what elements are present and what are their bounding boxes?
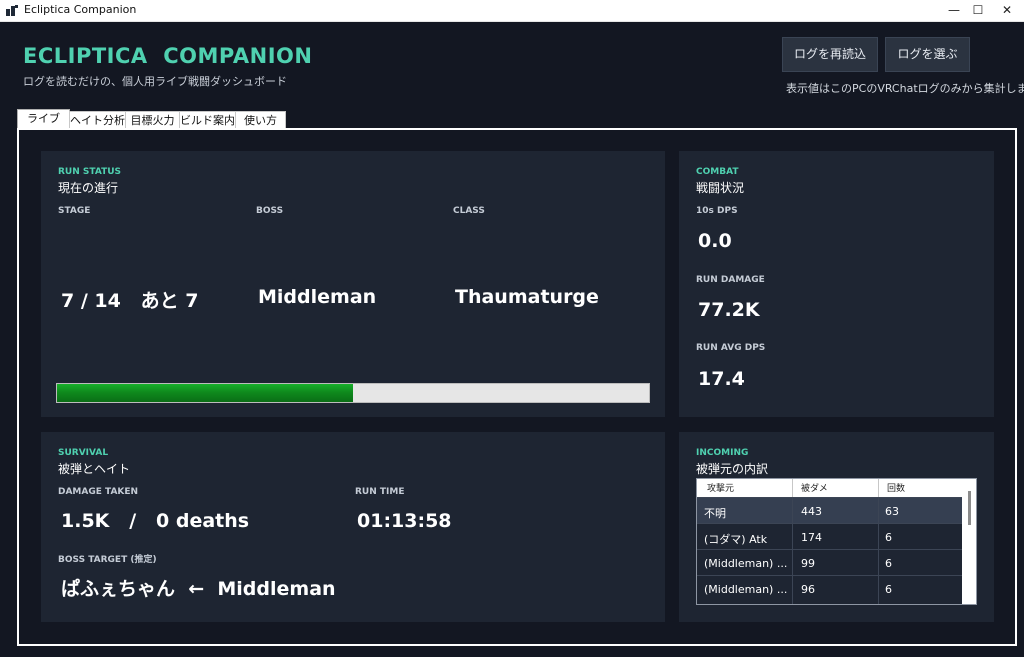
cell-damage: 99 <box>801 557 815 570</box>
table-row[interactable]: 不明 443 63 <box>697 497 962 523</box>
column-header-count[interactable]: 回数 <box>887 481 905 494</box>
survival-eyebrow: SURVIVAL <box>58 448 109 458</box>
survival-title: 被弾とヘイト <box>58 462 131 476</box>
tab-hate-analysis[interactable]: ヘイト分析 <box>69 111 126 129</box>
cell-source: (Middleman) ... <box>704 557 788 570</box>
stage-progress-fill <box>57 384 353 402</box>
boss-target-label: BOSS TARGET (推定) <box>58 555 157 565</box>
damage-taken-value: 1.5K / 0 deaths <box>61 510 250 532</box>
table-scrollbar[interactable] <box>962 479 976 604</box>
run-damage-label: RUN DAMAGE <box>696 275 765 285</box>
incoming-table[interactable]: 攻撃元 被ダメ 回数 不明 443 63 (コダマ) Atk 174 6 (Mi… <box>696 478 977 605</box>
stage-value: 7 / 14 あと 7 <box>61 290 199 312</box>
cell-count: 6 <box>885 557 892 570</box>
boss-target-value: ぱふぇちゃん ← Middleman <box>61 578 336 600</box>
scrollbar-thumb[interactable] <box>968 491 971 525</box>
table-row[interactable]: (コダマ) Atk 174 6 <box>697 523 962 549</box>
class-value: Thaumaturge <box>455 286 599 308</box>
column-divider <box>792 497 793 604</box>
cell-source: 不明 <box>704 507 726 520</box>
close-button[interactable]: ✕ <box>984 0 1024 22</box>
incoming-title: 被弾元の内訳 <box>696 462 769 476</box>
column-header-damage[interactable]: 被ダメ <box>801 481 828 494</box>
cell-damage: 96 <box>801 583 815 596</box>
data-source-note: 表示値はこのPCのVRChatログのみから集計します <box>786 82 1024 95</box>
run-status-title: 現在の進行 <box>58 181 119 195</box>
tab-build-guide[interactable]: ビルド案内 <box>179 111 236 129</box>
tab-how-to-use[interactable]: 使い方 <box>235 111 286 129</box>
column-divider <box>792 479 793 497</box>
table-row[interactable]: (Middleman) ... 99 6 <box>697 549 962 575</box>
column-divider <box>878 497 879 604</box>
app-subtitle: ログを読むだけの、個人用ライブ戦闘ダッシュボード <box>23 75 287 88</box>
run-damage-value: 77.2K <box>698 299 760 321</box>
cell-damage: 174 <box>801 531 822 544</box>
dps10-value: 0.0 <box>698 230 732 252</box>
app-icon <box>6 5 18 17</box>
column-header-source[interactable]: 攻撃元 <box>707 481 734 494</box>
cell-damage: 443 <box>801 505 822 518</box>
combat-title: 戦闘状況 <box>696 181 745 195</box>
cell-source: (Middleman) ... <box>704 583 788 596</box>
boss-value: Middleman <box>258 286 377 308</box>
tab-live[interactable]: ライブ <box>17 109 70 130</box>
run-status-card <box>41 151 665 417</box>
cell-count: 6 <box>885 531 892 544</box>
avg-dps-label: RUN AVG DPS <box>696 343 766 353</box>
stage-progress-bar <box>56 383 650 403</box>
cell-source: (コダマ) Atk <box>704 533 768 546</box>
table-row[interactable]: (Middleman) ... 96 6 <box>697 575 962 601</box>
window-title: Ecliptica Companion <box>24 3 137 16</box>
app-title: ECLIPTICA COMPANION <box>23 44 313 68</box>
run-time-value: 01:13:58 <box>357 510 452 532</box>
cell-count: 63 <box>885 505 899 518</box>
boss-label: BOSS <box>256 206 284 216</box>
stage-label: STAGE <box>58 206 91 216</box>
cell-count: 6 <box>885 583 892 596</box>
combat-eyebrow: COMBAT <box>696 167 739 177</box>
table-header: 攻撃元 被ダメ 回数 <box>697 479 962 497</box>
window-titlebar: Ecliptica Companion — ☐ ✕ <box>0 0 1024 22</box>
incoming-eyebrow: INCOMING <box>696 448 749 458</box>
run-time-label: RUN TIME <box>355 487 405 497</box>
run-status-eyebrow: RUN STATUS <box>58 167 122 177</box>
column-divider <box>878 479 879 497</box>
class-label: CLASS <box>453 206 485 216</box>
dps10-label: 10s DPS <box>696 206 738 216</box>
avg-dps-value: 17.4 <box>698 368 745 390</box>
reload-log-button[interactable]: ログを再読込 <box>782 37 878 72</box>
tab-target-dps[interactable]: 目標火力 <box>125 111 180 129</box>
damage-taken-label: DAMAGE TAKEN <box>58 487 139 497</box>
choose-log-button[interactable]: ログを選ぶ <box>885 37 970 72</box>
